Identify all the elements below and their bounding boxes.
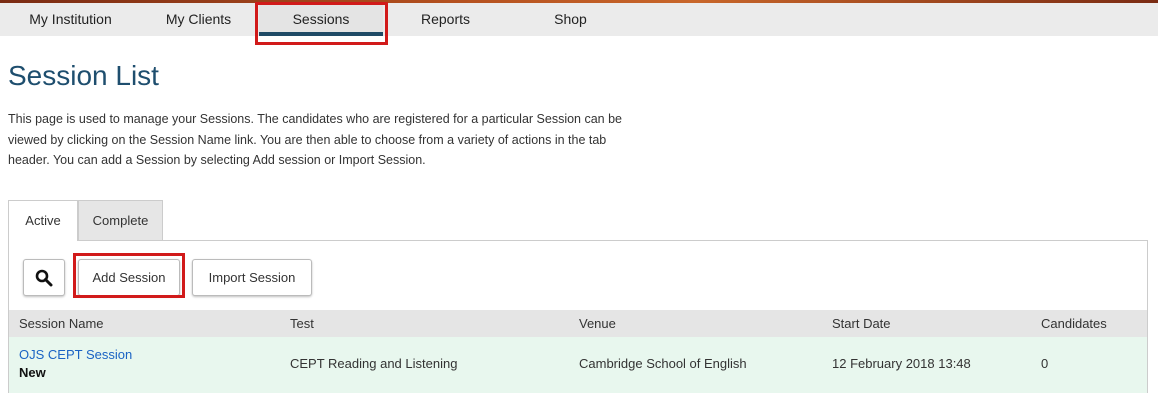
search-button[interactable]: [23, 259, 65, 296]
nav-sessions[interactable]: Sessions: [259, 3, 383, 36]
intro-line: header. You can add a Session by selecti…: [8, 153, 426, 167]
cell-test: CEPT Reading and Listening: [290, 356, 458, 371]
intro-text: This page is used to manage your Session…: [8, 109, 648, 171]
nav-my-institution[interactable]: My Institution: [0, 3, 141, 36]
nav-reports[interactable]: Reports: [386, 3, 505, 36]
session-name-link[interactable]: OJS CEPT Session: [19, 347, 132, 362]
session-status: New: [19, 365, 46, 380]
col-start-date: Start Date: [832, 316, 891, 331]
main-nav: My Institution My Clients Sessions Repor…: [0, 3, 1158, 36]
table-row: OJS CEPT Session New CEPT Reading and Li…: [9, 337, 1147, 393]
intro-line: viewed by clicking on the Session Name l…: [8, 132, 607, 147]
page-title: Session List: [8, 60, 159, 91]
nav-my-clients[interactable]: My Clients: [141, 3, 256, 36]
table-header: Session Name Test Venue Start Date Candi…: [9, 310, 1147, 337]
cell-start-date: 12 February 2018 13:48: [832, 356, 971, 371]
intro-line: This page is used to manage your Session…: [8, 112, 623, 126]
tab-complete[interactable]: Complete: [78, 200, 163, 240]
search-icon: [35, 269, 53, 287]
col-venue: Venue: [579, 316, 616, 331]
import-session-button[interactable]: Import Session: [192, 259, 312, 296]
tab-active[interactable]: Active: [8, 200, 78, 241]
col-candidates: Candidates: [1041, 316, 1107, 331]
cell-venue: Cambridge School of English: [579, 356, 747, 371]
col-test: Test: [290, 316, 314, 331]
add-session-button[interactable]: Add Session: [78, 259, 180, 296]
nav-shop[interactable]: Shop: [505, 3, 636, 36]
cell-candidates: 0: [1041, 356, 1049, 371]
col-session-name: Session Name: [19, 316, 104, 331]
